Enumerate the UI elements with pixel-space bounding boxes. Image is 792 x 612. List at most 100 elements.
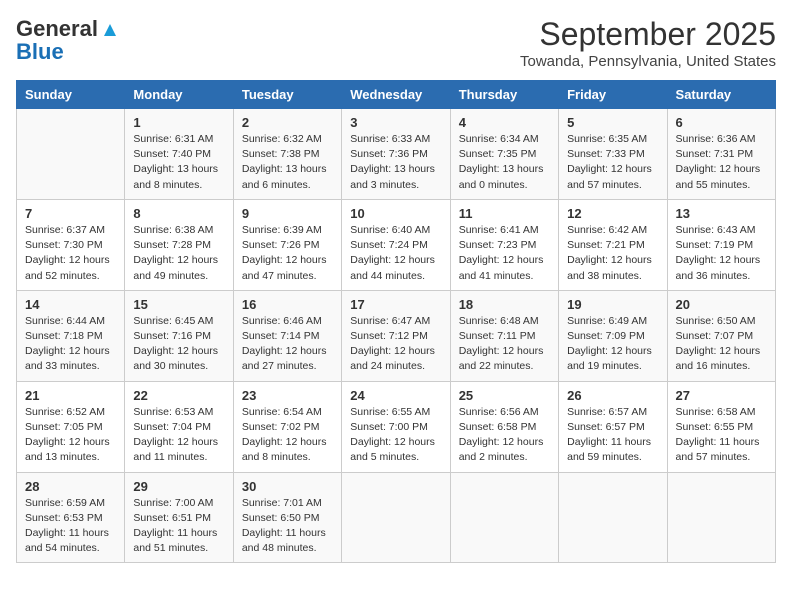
- day-cell: 26 Sunrise: 6:57 AM Sunset: 6:57 PM Dayli…: [559, 381, 667, 472]
- day-cell: 14 Sunrise: 6:44 AM Sunset: 7:18 PM Dayli…: [17, 290, 125, 381]
- day-info: Sunrise: 6:57 AM Sunset: 6:57 PM Dayligh…: [567, 405, 658, 466]
- day-cell: 16Sunrise: 6:46 AM Sunset: 7:14 PM Dayli…: [233, 290, 341, 381]
- day-number: 22: [133, 388, 224, 403]
- day-cell: 5 Sunrise: 6:35 AM Sunset: 7:33 PM Daylig…: [559, 109, 667, 200]
- day-info: Sunrise: 6:38 AM Sunset: 7:28 PM Dayligh…: [133, 223, 224, 284]
- day-info: Sunrise: 6:55 AM Sunset: 7:00 PM Dayligh…: [350, 405, 441, 466]
- day-number: 10: [350, 206, 441, 221]
- day-header-monday: Monday: [125, 81, 233, 109]
- day-info: Sunrise: 6:43 AM Sunset: 7:19 PM Dayligh…: [676, 223, 767, 284]
- day-cell: 20Sunrise: 6:50 AM Sunset: 7:07 PM Dayli…: [667, 290, 775, 381]
- day-number: 25: [459, 388, 550, 403]
- day-cell: 11Sunrise: 6:41 AM Sunset: 7:23 PM Dayli…: [450, 199, 558, 290]
- day-info: Sunrise: 6:33 AM Sunset: 7:36 PM Dayligh…: [350, 132, 441, 193]
- day-cell: 17 Sunrise: 6:47 AM Sunset: 7:12 PM Dayli…: [342, 290, 450, 381]
- day-cell: 4 Sunrise: 6:34 AM Sunset: 7:35 PM Daylig…: [450, 109, 558, 200]
- day-header-tuesday: Tuesday: [233, 81, 341, 109]
- day-cell: 7Sunrise: 6:37 AM Sunset: 7:30 PM Daylig…: [17, 199, 125, 290]
- day-header-sunday: Sunday: [17, 81, 125, 109]
- day-cell: 6 Sunrise: 6:36 AM Sunset: 7:31 PM Daylig…: [667, 109, 775, 200]
- day-number: 6: [676, 115, 767, 130]
- day-cell: 30Sunrise: 7:01 AM Sunset: 6:50 PM Dayli…: [233, 472, 341, 563]
- week-row-1: 1Sunrise: 6:31 AM Sunset: 7:40 PM Daylig…: [17, 109, 776, 200]
- day-number: 27: [676, 388, 767, 403]
- day-number: 18: [459, 297, 550, 312]
- day-cell: [667, 472, 775, 563]
- day-number: 3: [350, 115, 441, 130]
- day-info: Sunrise: 6:39 AM Sunset: 7:26 PM Dayligh…: [242, 223, 333, 284]
- day-info: Sunrise: 6:34 AM Sunset: 7:35 PM Dayligh…: [459, 132, 550, 193]
- day-cell: 2Sunrise: 6:32 AM Sunset: 7:38 PM Daylig…: [233, 109, 341, 200]
- day-info: Sunrise: 6:50 AM Sunset: 7:07 PM Dayligh…: [676, 314, 767, 375]
- day-number: 21: [25, 388, 116, 403]
- day-info: Sunrise: 6:53 AM Sunset: 7:04 PM Dayligh…: [133, 405, 224, 466]
- day-cell: 3 Sunrise: 6:33 AM Sunset: 7:36 PM Daylig…: [342, 109, 450, 200]
- day-info: Sunrise: 6:59 AM Sunset: 6:53 PM Dayligh…: [25, 496, 116, 557]
- day-cell: [17, 109, 125, 200]
- day-number: 17: [350, 297, 441, 312]
- day-cell: 18 Sunrise: 6:48 AM Sunset: 7:11 PM Dayli…: [450, 290, 558, 381]
- week-row-2: 7Sunrise: 6:37 AM Sunset: 7:30 PM Daylig…: [17, 199, 776, 290]
- day-cell: 29Sunrise: 7:00 AM Sunset: 6:51 PM Dayli…: [125, 472, 233, 563]
- day-cell: 28 Sunrise: 6:59 AM Sunset: 6:53 PM Dayli…: [17, 472, 125, 563]
- logo: General Blue: [16, 16, 122, 62]
- day-cell: [559, 472, 667, 563]
- day-info: Sunrise: 6:44 AM Sunset: 7:18 PM Dayligh…: [25, 314, 116, 375]
- day-number: 23: [242, 388, 333, 403]
- title-block: September 2025 Towanda, Pennsylvania, Un…: [520, 16, 776, 70]
- day-number: 13: [676, 206, 767, 221]
- day-info: Sunrise: 6:48 AM Sunset: 7:11 PM Dayligh…: [459, 314, 550, 375]
- day-header-thursday: Thursday: [450, 81, 558, 109]
- day-number: 28: [25, 479, 116, 494]
- day-cell: 10Sunrise: 6:40 AM Sunset: 7:24 PM Dayli…: [342, 199, 450, 290]
- header-row: SundayMondayTuesdayWednesdayThursdayFrid…: [17, 81, 776, 109]
- day-number: 8: [133, 206, 224, 221]
- month-title: September 2025: [520, 16, 776, 53]
- day-info: Sunrise: 6:36 AM Sunset: 7:31 PM Dayligh…: [676, 132, 767, 193]
- day-number: 14: [25, 297, 116, 312]
- logo-triangle-icon: [99, 18, 121, 40]
- day-cell: 12Sunrise: 6:42 AM Sunset: 7:21 PM Dayli…: [559, 199, 667, 290]
- day-number: 26: [567, 388, 658, 403]
- day-number: 4: [459, 115, 550, 130]
- day-cell: 24 Sunrise: 6:55 AM Sunset: 7:00 PM Dayli…: [342, 381, 450, 472]
- day-cell: 15 Sunrise: 6:45 AM Sunset: 7:16 PM Dayli…: [125, 290, 233, 381]
- day-cell: 21 Sunrise: 6:52 AM Sunset: 7:05 PM Dayli…: [17, 381, 125, 472]
- day-header-friday: Friday: [559, 81, 667, 109]
- day-info: Sunrise: 7:00 AM Sunset: 6:51 PM Dayligh…: [133, 496, 224, 557]
- logo-blue: Blue: [16, 42, 64, 62]
- day-info: Sunrise: 6:49 AM Sunset: 7:09 PM Dayligh…: [567, 314, 658, 375]
- day-info: Sunrise: 6:58 AM Sunset: 6:55 PM Dayligh…: [676, 405, 767, 466]
- page-header: General Blue September 2025 Towanda, Pen…: [16, 16, 776, 70]
- day-info: Sunrise: 6:46 AM Sunset: 7:14 PM Dayligh…: [242, 314, 333, 375]
- day-cell: [342, 472, 450, 563]
- day-number: 5: [567, 115, 658, 130]
- day-info: Sunrise: 6:37 AM Sunset: 7:30 PM Dayligh…: [25, 223, 116, 284]
- day-cell: 22 Sunrise: 6:53 AM Sunset: 7:04 PM Dayli…: [125, 381, 233, 472]
- day-number: 12: [567, 206, 658, 221]
- day-number: 9: [242, 206, 333, 221]
- day-info: Sunrise: 6:52 AM Sunset: 7:05 PM Dayligh…: [25, 405, 116, 466]
- day-cell: 1Sunrise: 6:31 AM Sunset: 7:40 PM Daylig…: [125, 109, 233, 200]
- day-number: 15: [133, 297, 224, 312]
- day-cell: [450, 472, 558, 563]
- day-cell: 23 Sunrise: 6:54 AM Sunset: 7:02 PM Dayli…: [233, 381, 341, 472]
- day-info: Sunrise: 6:47 AM Sunset: 7:12 PM Dayligh…: [350, 314, 441, 375]
- day-info: Sunrise: 7:01 AM Sunset: 6:50 PM Dayligh…: [242, 496, 333, 557]
- day-info: Sunrise: 6:41 AM Sunset: 7:23 PM Dayligh…: [459, 223, 550, 284]
- day-number: 2: [242, 115, 333, 130]
- day-info: Sunrise: 6:54 AM Sunset: 7:02 PM Dayligh…: [242, 405, 333, 466]
- calendar-table: SundayMondayTuesdayWednesdayThursdayFrid…: [16, 80, 776, 563]
- day-cell: 27 Sunrise: 6:58 AM Sunset: 6:55 PM Dayli…: [667, 381, 775, 472]
- day-cell: 25 Sunrise: 6:56 AM Sunset: 6:58 PM Dayli…: [450, 381, 558, 472]
- day-header-wednesday: Wednesday: [342, 81, 450, 109]
- week-row-5: 28 Sunrise: 6:59 AM Sunset: 6:53 PM Dayli…: [17, 472, 776, 563]
- day-info: Sunrise: 6:45 AM Sunset: 7:16 PM Dayligh…: [133, 314, 224, 375]
- day-cell: 13 Sunrise: 6:43 AM Sunset: 7:19 PM Dayli…: [667, 199, 775, 290]
- day-info: Sunrise: 6:56 AM Sunset: 6:58 PM Dayligh…: [459, 405, 550, 466]
- week-row-4: 21 Sunrise: 6:52 AM Sunset: 7:05 PM Dayli…: [17, 381, 776, 472]
- day-number: 19: [567, 297, 658, 312]
- location: Towanda, Pennsylvania, United States: [520, 53, 776, 70]
- day-info: Sunrise: 6:35 AM Sunset: 7:33 PM Dayligh…: [567, 132, 658, 193]
- day-number: 24: [350, 388, 441, 403]
